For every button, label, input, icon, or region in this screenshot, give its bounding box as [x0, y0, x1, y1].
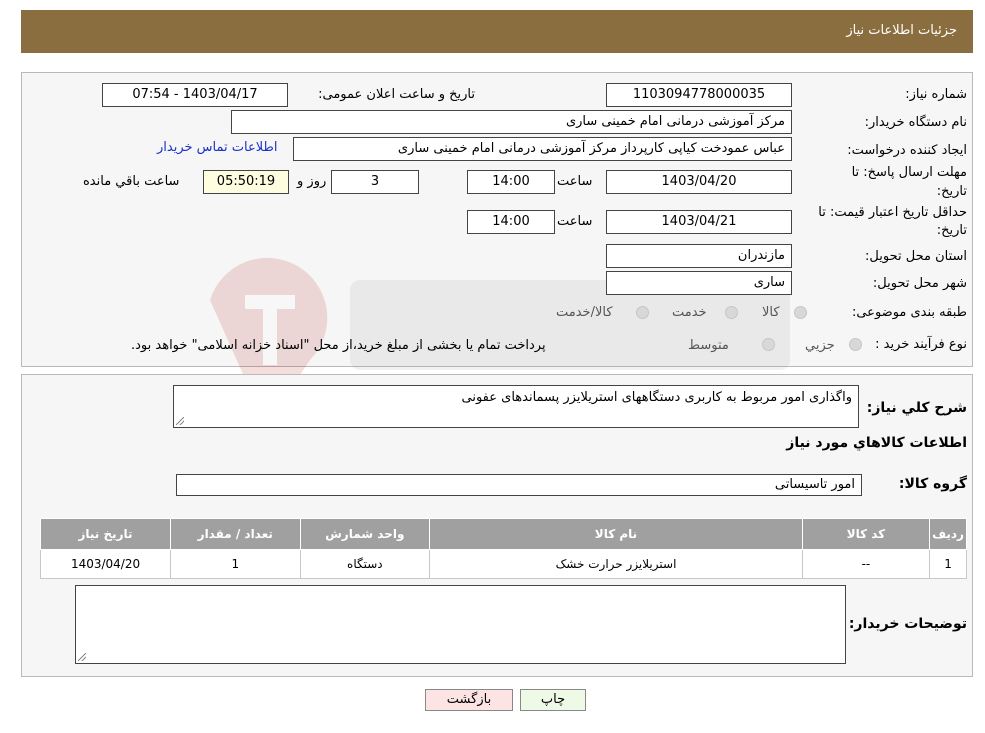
- announce-date-label: تاریخ و ساعت اعلان عمومی:: [318, 87, 475, 102]
- goods-group-field: امور تاسیساتی: [176, 474, 862, 496]
- cell-goods-name: استریلایزر حرارت خشک: [429, 549, 803, 579]
- process-radio-medium[interactable]: [762, 338, 775, 351]
- col-row-number: ردیف: [929, 518, 967, 550]
- col-unit: واحد شمارش: [299, 518, 431, 550]
- process-type-label: نوع فرآیند خرید :: [875, 337, 967, 352]
- buyer-org-field: مرکز آموزشی درمانی امام خمینی ساری: [231, 110, 792, 134]
- goods-group-label: گروه کالا:: [898, 476, 967, 492]
- process-option-medium: متوسط: [688, 338, 729, 353]
- validity-time-field: 14:00: [467, 210, 555, 234]
- process-note: پرداخت تمام یا بخشی از مبلغ خرید،از محل …: [131, 338, 546, 353]
- print-button[interactable]: چاپ: [520, 689, 586, 711]
- col-goods-code: کد کالا: [801, 518, 931, 550]
- announce-date-field: 1403/04/17 - 07:54: [102, 83, 288, 107]
- deadline-label: مهلت ارسال پاسخ: تا: [851, 165, 967, 180]
- deadline-time-field: 14:00: [467, 170, 555, 194]
- back-button[interactable]: بازگشت: [425, 689, 513, 711]
- city-label: شهر محل تحویل:: [872, 276, 967, 291]
- buyer-contact-link[interactable]: اطلاعات تماس خریدار: [157, 140, 277, 155]
- city-field: ساری: [606, 271, 792, 295]
- deadline-date-field: 1403/04/20: [606, 170, 792, 194]
- creator-field: عباس عمودخت کیاپی کارپرداز مرکز آموزشی د…: [293, 137, 792, 161]
- resize-grip-icon[interactable]: [78, 653, 86, 661]
- cell-need-date: 1403/04/20: [39, 549, 172, 579]
- table-row: 1 -- استریلایزر حرارت خشک دستگاه 1 1403/…: [39, 549, 967, 579]
- page-title: جزئیات اطلاعات نیاز: [846, 23, 957, 38]
- deadline-label-2: تاریخ:: [936, 184, 967, 199]
- description-label: شرح کلي نياز:: [866, 400, 967, 416]
- col-quantity: تعداد / مقدار: [170, 518, 301, 550]
- description-textarea[interactable]: واگذاری امور مربوط به کاربری دستگاههای ا…: [173, 385, 859, 428]
- cell-goods-code: --: [801, 549, 931, 579]
- need-number-field: 1103094778000035: [606, 83, 792, 107]
- resize-grip-icon[interactable]: [176, 417, 184, 425]
- table-header-row: ردیف کد کالا نام کالا واحد شمارش تعداد /…: [39, 518, 967, 550]
- cell-row-number: 1: [929, 549, 967, 579]
- creator-label: ایجاد کننده درخواست:: [847, 143, 967, 158]
- cell-unit: دستگاه: [299, 549, 431, 579]
- process-option-minor: جزيي: [805, 338, 835, 353]
- province-field: مازندران: [606, 244, 792, 268]
- goods-table: ردیف کد کالا نام کالا واحد شمارش تعداد /…: [39, 518, 967, 579]
- category-label: طبقه بندی موضوعی:: [851, 305, 967, 320]
- process-radio-minor[interactable]: [849, 338, 862, 351]
- page-header: جزئیات اطلاعات نیاز: [21, 10, 973, 53]
- validity-label: حداقل تاريخ اعتبار قيمت: تا: [818, 205, 967, 220]
- buyer-org-label: نام دستگاه خریدار:: [864, 115, 967, 130]
- description-text: واگذاری امور مربوط به کاربری دستگاههای ا…: [461, 390, 852, 405]
- cell-quantity: 1: [170, 549, 301, 579]
- validity-date-field: 1403/04/21: [606, 210, 792, 234]
- goods-info-title: اطلاعات کالاهاي مورد نياز: [786, 435, 967, 451]
- days-field: 3: [331, 170, 419, 194]
- buyer-notes-textarea[interactable]: [75, 585, 846, 664]
- buyer-notes-label: توضیحات خریدار:: [848, 616, 967, 632]
- days-label: روز و: [297, 174, 327, 189]
- category-radio-goods-service[interactable]: [636, 306, 649, 319]
- category-option-goods: کالا: [762, 305, 780, 320]
- validity-label-2: تاريخ:: [936, 223, 967, 238]
- need-number-label: شماره نیاز:: [905, 87, 967, 102]
- category-option-goods-service: کالا/خدمت: [556, 305, 613, 320]
- validity-time-label: ساعت: [557, 214, 593, 229]
- remaining-time-field: 05:50:19: [203, 170, 289, 194]
- category-option-service: خدمت: [672, 305, 707, 320]
- category-radio-service[interactable]: [725, 306, 738, 319]
- category-radio-goods[interactable]: [794, 306, 807, 319]
- province-label: استان محل تحویل:: [865, 249, 967, 264]
- col-goods-name: نام کالا: [429, 518, 803, 550]
- remaining-label: ساعت باقي مانده: [83, 174, 180, 189]
- col-need-date: تاریخ نیاز: [39, 518, 172, 550]
- deadline-time-label: ساعت: [557, 174, 593, 189]
